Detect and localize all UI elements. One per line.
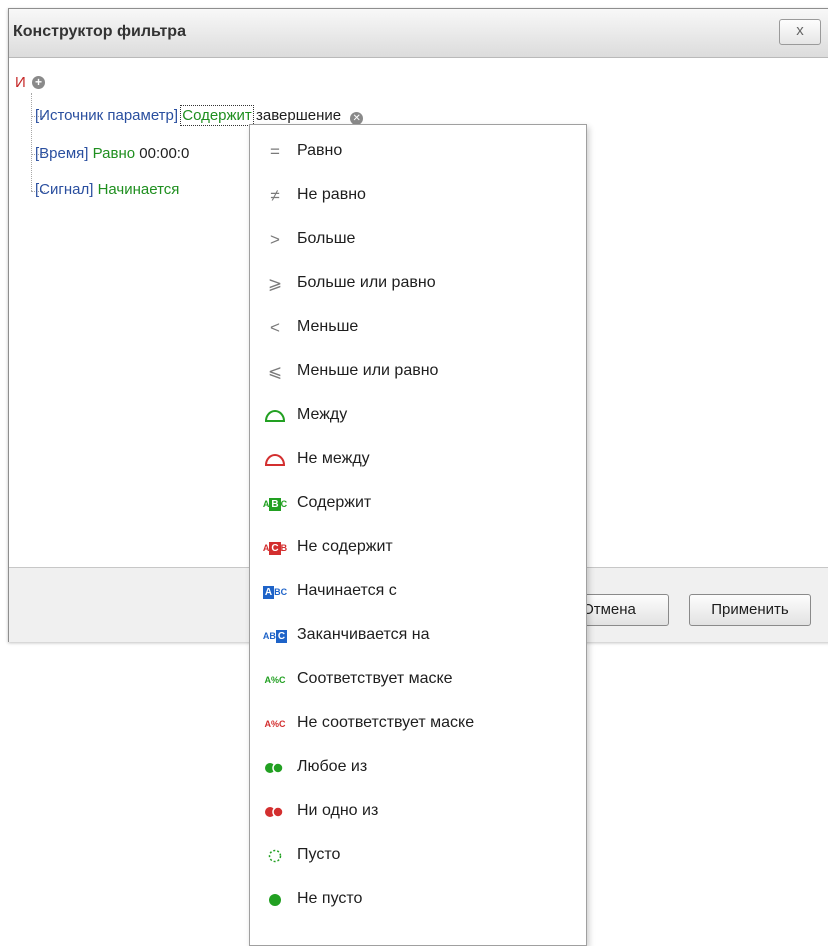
is-empty-icon xyxy=(262,847,288,865)
not-like-icon: A%C xyxy=(264,719,286,729)
menu-item-label: Не содержит xyxy=(297,538,393,555)
menu-item-label: Любое из xyxy=(297,758,368,775)
menu-item-none-of[interactable]: Ни одно из xyxy=(250,789,586,833)
menu-item-label: Не между xyxy=(297,450,370,467)
menu-item-label: Содержит xyxy=(297,494,372,511)
condition-value[interactable]: завершение xyxy=(256,107,341,124)
menu-item-label: Меньше или равно xyxy=(297,362,439,379)
like-icon: A%C xyxy=(264,675,286,685)
menu-item-less[interactable]: < Меньше xyxy=(250,305,586,349)
menu-item-label: Ни одно из xyxy=(297,802,379,819)
greater-icon: > xyxy=(270,230,280,249)
menu-item-contains[interactable]: ABC Содержит xyxy=(250,481,586,525)
menu-item-label: Не соответствует маске xyxy=(297,714,475,731)
menu-item-label: Соответствует маске xyxy=(297,670,453,687)
condition-value[interactable]: 00:00:0 xyxy=(139,145,189,162)
condition-operator[interactable]: Начинается xyxy=(98,181,180,198)
menu-item-not-like[interactable]: A%C Не соответствует маске xyxy=(250,701,586,745)
is-not-empty-icon xyxy=(262,891,288,909)
close-icon: x xyxy=(796,22,804,39)
menu-item-label: Не равно xyxy=(297,186,366,203)
between-icon xyxy=(262,407,288,425)
not-contains-icon: ACB xyxy=(262,541,288,555)
menu-item-not-between[interactable]: Не между xyxy=(250,437,586,481)
dialog-title: Конструктор фильтра xyxy=(13,23,186,40)
condition-row: [Время] Равно 00:00:0 xyxy=(35,145,189,162)
menu-item-label: Больше xyxy=(297,230,356,247)
menu-item-not-contains[interactable]: ACB Не содержит xyxy=(250,525,586,569)
menu-item-ends-with[interactable]: AB C Заканчивается на xyxy=(250,613,586,657)
none-of-icon xyxy=(262,803,288,821)
menu-item-label: Заканчивается на xyxy=(297,626,430,643)
begins-with-icon: A BC xyxy=(262,585,288,599)
condition-field[interactable]: [Сигнал] xyxy=(35,181,93,198)
any-of-icon xyxy=(262,759,288,777)
tree-connector xyxy=(31,93,32,191)
apply-button[interactable]: Применить xyxy=(689,594,811,626)
condition-operator[interactable]: Содержит xyxy=(180,105,254,126)
menu-item-label: Между xyxy=(297,406,348,423)
menu-item-label: Начинается с xyxy=(297,582,397,599)
menu-item-label: Больше или равно xyxy=(297,274,436,291)
condition-row: [Сигнал] Начинается xyxy=(35,181,179,198)
greater-equal-icon: ⩾ xyxy=(267,274,283,293)
menu-item-is-empty[interactable]: Пусто xyxy=(250,833,586,877)
contains-icon: ABC xyxy=(262,497,288,511)
menu-item-greater-or-equal[interactable]: ⩾ Больше или равно xyxy=(250,261,586,305)
menu-item-label: Меньше xyxy=(297,318,359,335)
equals-icon: = xyxy=(270,142,280,161)
menu-item-greater[interactable]: > Больше xyxy=(250,217,586,261)
group-operator[interactable]: И xyxy=(15,74,26,91)
operator-dropdown-menu: = Равно ≠ Не равно > Больше ⩾ Больше или… xyxy=(249,124,587,946)
menu-item-label: Пусто xyxy=(297,846,341,863)
condition-field[interactable]: [Время] xyxy=(35,145,88,162)
condition-operator[interactable]: Равно xyxy=(93,145,135,162)
menu-item-less-or-equal[interactable]: ⩽ Меньше или равно xyxy=(250,349,586,393)
not-equals-icon: ≠ xyxy=(270,186,280,205)
menu-item-begins-with[interactable]: A BC Начинается с xyxy=(250,569,586,613)
not-between-icon xyxy=(262,451,288,469)
condition-field[interactable]: [Источник параметр] xyxy=(35,107,178,124)
menu-item-label: Равно xyxy=(297,142,343,159)
title-bar[interactable]: Конструктор фильтра x xyxy=(9,9,828,58)
add-condition-icon[interactable]: + xyxy=(32,76,45,89)
less-equal-icon: ⩽ xyxy=(267,362,283,381)
menu-item-is-not-empty[interactable]: Не пусто xyxy=(250,877,586,921)
menu-item-any-of[interactable]: Любое из xyxy=(250,745,586,789)
menu-item-equals[interactable]: = Равно xyxy=(250,129,586,173)
menu-item-label: Не пусто xyxy=(297,890,363,907)
close-button[interactable]: x xyxy=(779,19,821,45)
menu-item-not-equals[interactable]: ≠ Не равно xyxy=(250,173,586,217)
menu-item-like[interactable]: A%C Соответствует маске xyxy=(250,657,586,701)
less-icon: < xyxy=(270,318,280,337)
ends-with-icon: AB C xyxy=(262,629,288,643)
menu-item-between[interactable]: Между xyxy=(250,393,586,437)
condition-row: [Источник параметр] Содержит завершение … xyxy=(35,105,364,126)
